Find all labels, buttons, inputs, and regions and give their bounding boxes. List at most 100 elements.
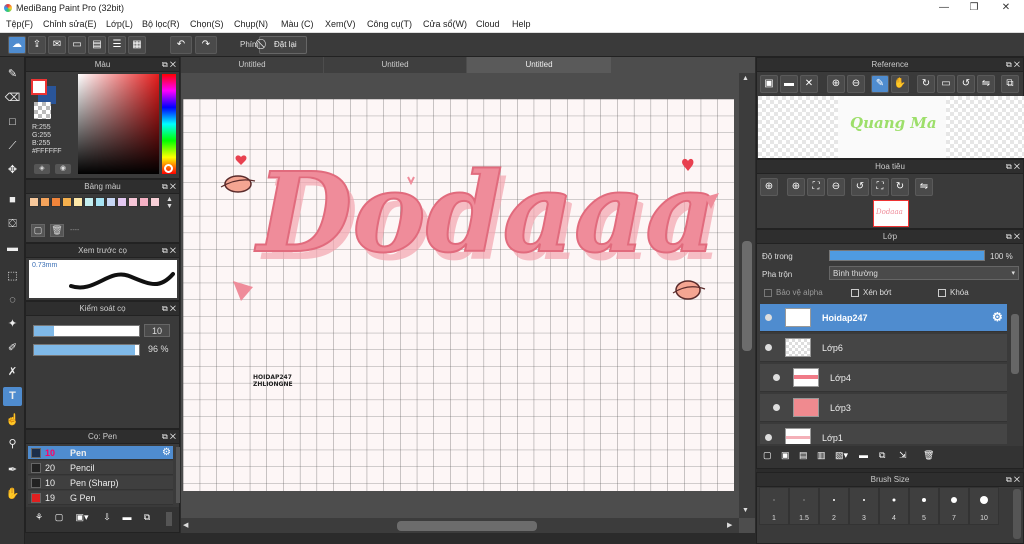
- minimize-button[interactable]: —: [928, 0, 960, 16]
- menu-filter[interactable]: Bộ lọc(R): [142, 19, 180, 29]
- nav-fullscreen-icon[interactable]: ⛶: [871, 178, 889, 196]
- merge-layer-icon[interactable]: ⇲: [899, 450, 907, 461]
- color-swap-icon[interactable]: ◉: [55, 164, 71, 174]
- tab-3[interactable]: Untitled: [467, 57, 611, 73]
- palette-swatch[interactable]: [95, 197, 105, 207]
- palette-swatch[interactable]: [84, 197, 94, 207]
- brush-size-preset[interactable]: 10: [969, 487, 999, 525]
- delete-palette-icon[interactable]: 🗑: [50, 224, 64, 237]
- tab-1[interactable]: Untitled: [181, 57, 323, 73]
- layer-item[interactable]: Lớp6: [760, 334, 1007, 362]
- new-palette-icon[interactable]: ▢: [31, 224, 45, 237]
- brush-size-preset[interactable]: 5: [909, 487, 939, 525]
- palette-scroll-icon[interactable]: ▲ ▼: [166, 196, 173, 210]
- palette-swatch[interactable]: [40, 197, 50, 207]
- menu-cloud[interactable]: Cloud: [476, 19, 500, 29]
- comment-alt-icon[interactable]: ▭: [68, 36, 86, 54]
- panel-controls-icon[interactable]: ⧉ ✕: [162, 58, 176, 72]
- zoom-out-icon[interactable]: ⊖: [847, 75, 865, 93]
- panel-controls-icon[interactable]: ⧉ ✕: [1006, 230, 1020, 244]
- dot-tool-icon[interactable]: □: [3, 113, 22, 132]
- menu-tools[interactable]: Công cụ(T): [367, 19, 412, 29]
- brush-list-scrollbar[interactable]: [176, 447, 180, 503]
- panel-controls-icon[interactable]: ⧉ ✕: [162, 302, 176, 316]
- delete-layer-icon[interactable]: 🗑: [923, 450, 934, 461]
- text-tool-icon[interactable]: T: [3, 387, 22, 406]
- new-halftone-layer-icon[interactable]: ▣: [781, 450, 790, 461]
- panel-controls-icon[interactable]: ⧉ ✕: [162, 180, 176, 194]
- eye-icon[interactable]: [773, 374, 780, 381]
- layer-folder-icon[interactable]: ▬: [859, 450, 868, 460]
- panel-controls-icon[interactable]: ⧉ ✕: [162, 244, 176, 258]
- select-eraser-tool-icon[interactable]: ✗: [3, 363, 22, 382]
- line-tool-icon[interactable]: ⟋: [3, 137, 22, 156]
- palette-swatch[interactable]: [73, 197, 83, 207]
- new-1bit-layer-icon[interactable]: ▥: [817, 450, 826, 461]
- zoom-in-icon[interactable]: ⊕: [827, 75, 845, 93]
- nav-flip-icon[interactable]: ⇋: [915, 178, 933, 196]
- eyedropper-icon[interactable]: ✎: [871, 75, 889, 93]
- panel-controls-icon[interactable]: ⧉ ✕: [1006, 58, 1020, 72]
- fill-rect-tool-icon[interactable]: ■: [3, 191, 22, 210]
- brush-size-value[interactable]: 10: [144, 324, 170, 337]
- protect-alpha-checkbox[interactable]: [764, 289, 772, 297]
- brush-settings-icon[interactable]: ⚙: [162, 447, 171, 458]
- blend-mode-select[interactable]: Bình thường ▾: [829, 266, 1019, 280]
- brush-size-scrollbar[interactable]: [1013, 489, 1021, 539]
- palette-swatch[interactable]: [106, 197, 116, 207]
- operation-tool-icon[interactable]: ☝: [3, 411, 22, 430]
- menu-view[interactable]: Xem(V): [325, 19, 356, 29]
- fit-icon[interactable]: ▭: [937, 75, 955, 93]
- vertical-scroll-thumb[interactable]: [742, 241, 752, 351]
- brush-size-slider[interactable]: [33, 325, 140, 337]
- camera-icon[interactable]: ▣: [760, 75, 778, 93]
- magic-wand-tool-icon[interactable]: ✦: [3, 315, 22, 334]
- panel-controls-icon[interactable]: ⧉ ✕: [1006, 160, 1020, 174]
- move-tool-icon[interactable]: ✥: [3, 161, 22, 180]
- palette-swatch[interactable]: [62, 197, 72, 207]
- hand-icon[interactable]: ✋: [891, 75, 909, 93]
- brush-size-preset[interactable]: 1.5: [789, 487, 819, 525]
- scroll-up-icon[interactable]: ▲: [742, 75, 749, 82]
- close-button[interactable]: ✕: [990, 0, 1022, 16]
- menu-file[interactable]: Tệp(F): [6, 19, 33, 29]
- brush-size-preset[interactable]: 1: [759, 487, 789, 525]
- flip-icon[interactable]: ⇋: [977, 75, 995, 93]
- lasso-tool-icon[interactable]: ◌: [3, 291, 22, 310]
- folder-icon[interactable]: ▬: [120, 512, 134, 526]
- palette-swatch[interactable]: [29, 197, 39, 207]
- foreground-color-swatch[interactable]: [31, 79, 47, 95]
- rotate-right-icon[interactable]: ↺: [957, 75, 975, 93]
- brush-size-preset[interactable]: 2: [819, 487, 849, 525]
- nav-rotate-left-icon[interactable]: ↺: [851, 178, 869, 196]
- maximize-button[interactable]: ❐: [958, 0, 990, 16]
- document-icon[interactable]: ▤: [88, 36, 106, 54]
- bucket-tool-icon[interactable]: ⛋: [3, 215, 22, 234]
- redo-icon[interactable]: ↷: [195, 36, 217, 54]
- menu-layer[interactable]: Lớp(L): [106, 19, 133, 29]
- panel-controls-icon[interactable]: ⧉ ✕: [162, 430, 176, 444]
- brush-opacity-slider[interactable]: [33, 344, 140, 356]
- palette-swatch[interactable]: [117, 197, 127, 207]
- brush-list-item[interactable]: 19 G Pen: [28, 491, 173, 505]
- layer-item[interactable]: Lớp1: [760, 424, 1007, 444]
- brush-list-item[interactable]: 10 Pen: [28, 446, 173, 460]
- menu-edit[interactable]: Chỉnh sửa(E): [43, 19, 97, 29]
- open-folder-icon[interactable]: ▬: [780, 75, 798, 93]
- nav-zoom-out-icon[interactable]: ⊖: [827, 178, 845, 196]
- select-rect-tool-icon[interactable]: ⬚: [3, 267, 22, 286]
- tab-2[interactable]: Untitled: [324, 57, 466, 73]
- eye-icon[interactable]: [765, 434, 772, 441]
- saturation-value-picker[interactable]: [78, 74, 159, 174]
- brush-size-preset[interactable]: 7: [939, 487, 969, 525]
- brush-menu-icon[interactable]: ▣▾: [72, 512, 92, 526]
- duplicate-layer-icon[interactable]: ⧉: [879, 450, 885, 461]
- menu-select[interactable]: Chọn(S): [190, 19, 224, 29]
- brush-tool-icon[interactable]: ✎: [3, 65, 22, 84]
- comment-icon[interactable]: ✉: [48, 36, 66, 54]
- reset-button[interactable]: ⃠ Đặt lại: [259, 36, 307, 54]
- undo-icon[interactable]: ↶: [170, 36, 192, 54]
- scroll-down-icon[interactable]: ▼: [742, 507, 749, 514]
- transparent-swatch[interactable]: [34, 102, 51, 119]
- add-brush-icon[interactable]: ⚘: [32, 512, 46, 526]
